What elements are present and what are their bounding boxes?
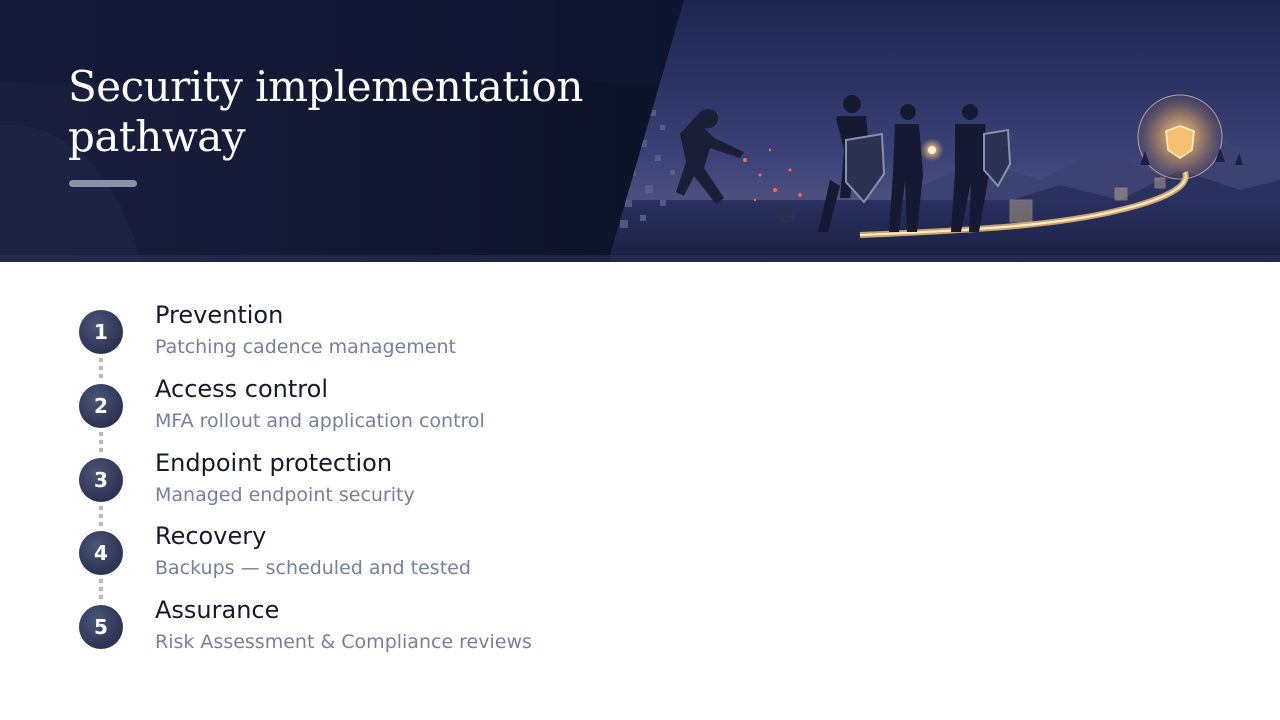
step-endpoint-protection: 3 Endpoint protection Managed endpoint s… — [0, 444, 700, 518]
step-subtitle: Managed endpoint security — [155, 484, 415, 506]
page-title: Security implementation pathway — [68, 62, 628, 162]
page-title-line-1: Security implementation — [68, 62, 583, 111]
header-banner: Security implementation pathway — [0, 0, 1280, 262]
step-number-badge: 2 — [79, 384, 123, 428]
step-subtitle: MFA rollout and application control — [155, 410, 485, 432]
step-number-badge: 4 — [79, 531, 123, 575]
page-title-line-2: pathway — [68, 112, 246, 161]
step-recovery: 4 Recovery Backups — scheduled and teste… — [0, 517, 700, 591]
step-number-badge: 3 — [79, 458, 123, 502]
step-title: Access control — [155, 375, 328, 403]
step-title: Prevention — [155, 301, 284, 329]
step-subtitle: Patching cadence management — [155, 336, 456, 358]
step-title: Endpoint protection — [155, 449, 393, 477]
step-title: Recovery — [155, 522, 267, 550]
step-number-badge: 5 — [79, 605, 123, 649]
step-access-control: 2 Access control MFA rollout and applica… — [0, 370, 700, 444]
step-subtitle: Risk Assessment & Compliance reviews — [155, 631, 532, 653]
step-number-badge: 1 — [79, 310, 123, 354]
step-assurance: 5 Assurance Risk Assessment & Compliance… — [0, 591, 700, 665]
step-title: Assurance — [155, 596, 280, 624]
step-subtitle: Backups — scheduled and tested — [155, 557, 471, 579]
title-underline — [69, 180, 137, 187]
step-prevention: 1 Prevention Patching cadence management — [0, 296, 700, 370]
